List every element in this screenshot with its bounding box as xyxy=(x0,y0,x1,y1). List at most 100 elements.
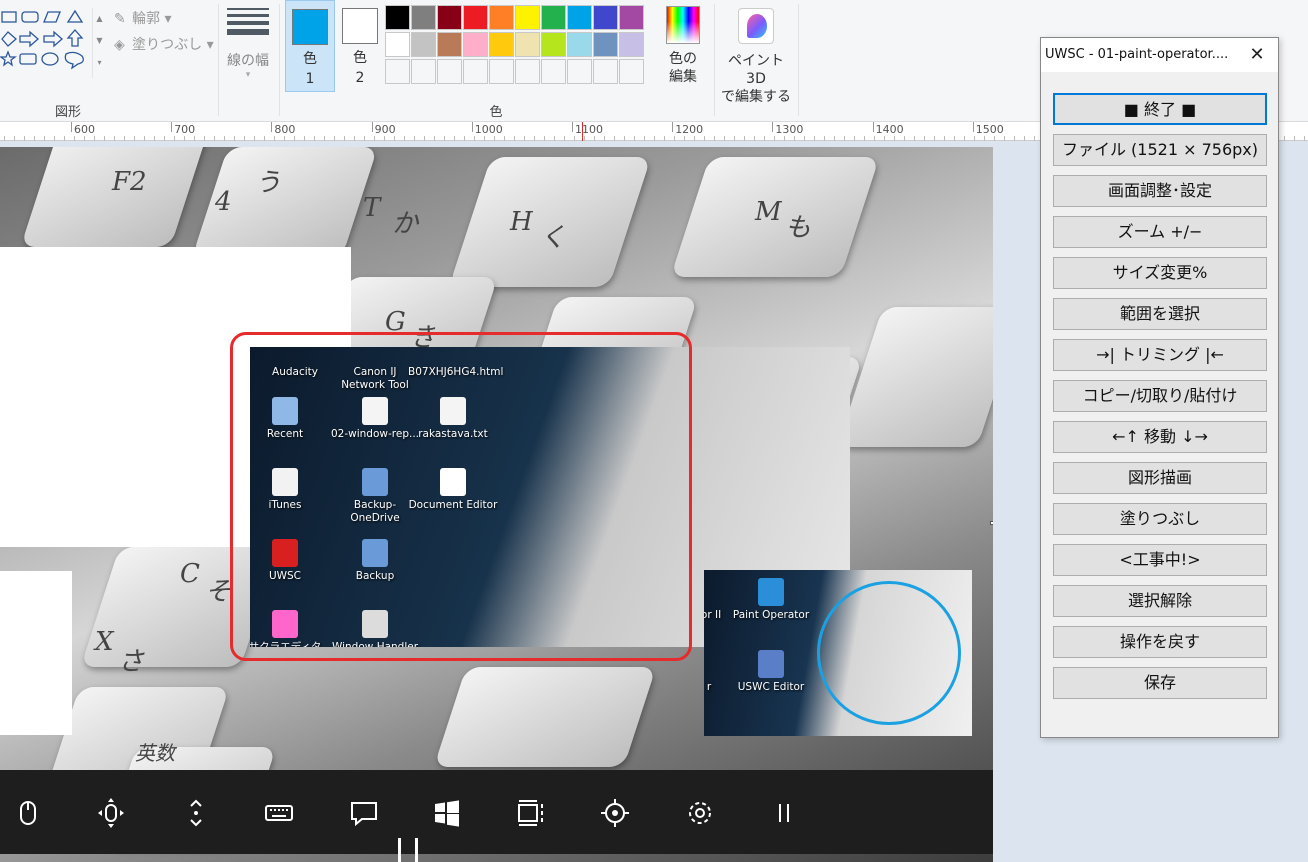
close-icon[interactable]: ✕ xyxy=(1244,42,1270,68)
target-icon[interactable] xyxy=(598,796,632,830)
palette-color[interactable] xyxy=(463,5,488,30)
uwsc-file-button[interactable]: ファイル (1521 × 756px) xyxy=(1053,134,1267,166)
settings-icon[interactable] xyxy=(683,796,717,830)
fill-dropdown[interactable]: ◈ 塗りつぶし ▾ xyxy=(114,34,214,54)
uwsc-select-range-button[interactable]: 範囲を選択 xyxy=(1053,298,1267,330)
color1-number: 1 xyxy=(305,71,315,87)
palette-color[interactable] xyxy=(489,32,514,57)
pause-icon[interactable] xyxy=(767,796,801,830)
scroll-down-icon[interactable]: ▼ xyxy=(93,30,106,52)
key-label: H xyxy=(510,207,533,237)
color1-swatch xyxy=(292,9,328,45)
palette-color[interactable] xyxy=(593,59,618,84)
desktop-icon-label: USWC Editor xyxy=(737,681,805,693)
ruler-minor-tick xyxy=(274,136,275,141)
palette-color[interactable] xyxy=(437,5,462,30)
palette-color[interactable] xyxy=(411,32,436,57)
palette-color[interactable] xyxy=(385,5,410,30)
palette-color[interactable] xyxy=(567,59,592,84)
ruler-minor-tick xyxy=(304,136,305,141)
uwsc-copy-cut-paste-button[interactable]: コピー/切取り/貼付け xyxy=(1053,380,1267,412)
window-switch-icon[interactable] xyxy=(515,796,549,830)
ruler-minor-tick xyxy=(1304,136,1305,141)
paint-operator-icon xyxy=(758,578,784,606)
palette-color[interactable] xyxy=(541,5,566,30)
expand-icon[interactable]: ▾ xyxy=(93,52,106,74)
key-label: そ xyxy=(205,577,232,607)
ruler-minor-tick xyxy=(184,136,185,141)
color2-swatch xyxy=(342,8,378,44)
palette-color[interactable] xyxy=(619,59,644,84)
ruler-minor-tick xyxy=(494,136,495,141)
color-wheel-icon xyxy=(666,6,700,44)
ruler-minor-tick xyxy=(544,136,545,141)
chat-icon[interactable] xyxy=(347,796,381,830)
uwsc-zoom-button[interactable]: ズーム +/− xyxy=(1053,216,1267,248)
ruler-minor-tick xyxy=(194,136,195,141)
resize-handle[interactable] xyxy=(990,521,993,525)
palette-color[interactable] xyxy=(385,59,410,84)
palette-color[interactable] xyxy=(515,59,540,84)
ruler-minor-tick xyxy=(1024,136,1025,141)
ruler-minor-tick xyxy=(944,136,945,141)
paint3d-button[interactable]: ペイント 3D で編集する xyxy=(718,4,794,106)
line-width-button[interactable]: 線の幅 ▾ xyxy=(222,0,274,92)
shapes-gallery[interactable] xyxy=(0,8,88,76)
palette-color[interactable] xyxy=(463,59,488,84)
color1-button[interactable]: 色 1 xyxy=(285,0,335,92)
ruler-minor-tick xyxy=(154,136,155,141)
pencil-icon: ✎ xyxy=(114,11,126,27)
uwsc-fill-button[interactable]: 塗りつぶし xyxy=(1053,503,1267,535)
windows-icon[interactable] xyxy=(430,796,464,830)
uwsc-display-settings-button[interactable]: 画面調整･設定 xyxy=(1053,175,1267,207)
palette-color[interactable] xyxy=(515,5,540,30)
uwsc-trim-button[interactable]: →| トリミング |← xyxy=(1053,339,1267,371)
ruler-minor-tick xyxy=(554,136,555,141)
palette-color[interactable] xyxy=(593,5,618,30)
drag-handle[interactable] xyxy=(396,838,420,862)
palette-color[interactable] xyxy=(463,32,488,57)
keyboard-icon[interactable] xyxy=(262,796,296,830)
ruler-minor-tick xyxy=(704,136,705,141)
uwsc-save-button[interactable]: 保存 xyxy=(1053,667,1267,699)
uwsc-under-construction-button[interactable]: <工事中!> xyxy=(1053,544,1267,576)
palette-color[interactable] xyxy=(437,32,462,57)
palette-color[interactable] xyxy=(619,5,644,30)
pan-icon[interactable] xyxy=(94,796,128,830)
palette-color[interactable] xyxy=(489,59,514,84)
palette-color[interactable] xyxy=(619,32,644,57)
paint-canvas[interactable]: F2 4 う T か H く M も G き R す F は C そ X さ 英… xyxy=(0,147,993,862)
color2-button[interactable]: 色 2 xyxy=(335,0,385,92)
uwsc-deselect-button[interactable]: 選択解除 xyxy=(1053,585,1267,617)
palette-color[interactable] xyxy=(437,59,462,84)
edit-colors-button[interactable]: 色の 編集 xyxy=(662,4,704,86)
ruler-minor-tick xyxy=(574,136,575,141)
shapes-scroll[interactable]: ▲ ▼ ▾ xyxy=(92,8,106,78)
palette-color[interactable] xyxy=(515,32,540,57)
mouse-icon[interactable] xyxy=(11,796,45,830)
palette-color[interactable] xyxy=(411,59,436,84)
ruler-minor-tick xyxy=(444,136,445,141)
uwsc-undo-button[interactable]: 操作を戻す xyxy=(1053,626,1267,658)
palette-color[interactable] xyxy=(541,59,566,84)
ruler-label: 1300 xyxy=(775,123,804,136)
scroll-icon[interactable] xyxy=(179,796,213,830)
palette-color[interactable] xyxy=(489,5,514,30)
palette-color[interactable] xyxy=(411,5,436,30)
scroll-up-icon[interactable]: ▲ xyxy=(93,8,106,30)
uwsc-move-button[interactable]: ←↑ 移動 ↓→ xyxy=(1053,421,1267,453)
uwsc-exit-button[interactable]: ■ 終了 ■ xyxy=(1053,93,1267,125)
palette-color[interactable] xyxy=(567,32,592,57)
palette-color[interactable] xyxy=(385,32,410,57)
uwsc-draw-shape-button[interactable]: 図形描画 xyxy=(1053,462,1267,494)
outline-dropdown[interactable]: ✎ 輪郭 ▾ xyxy=(114,8,171,28)
palette-color[interactable] xyxy=(567,5,592,30)
ruler-minor-tick xyxy=(344,136,345,141)
uwsc-resize-percent-button[interactable]: サイズ変更% xyxy=(1053,257,1267,289)
palette-color[interactable] xyxy=(541,32,566,57)
ruler-minor-tick xyxy=(904,136,905,141)
paint3d-label-1: ペイント 3D xyxy=(728,53,784,87)
ruler-minor-tick xyxy=(14,136,15,141)
palette-color[interactable] xyxy=(593,32,618,57)
color2-label: 色 xyxy=(353,50,367,66)
